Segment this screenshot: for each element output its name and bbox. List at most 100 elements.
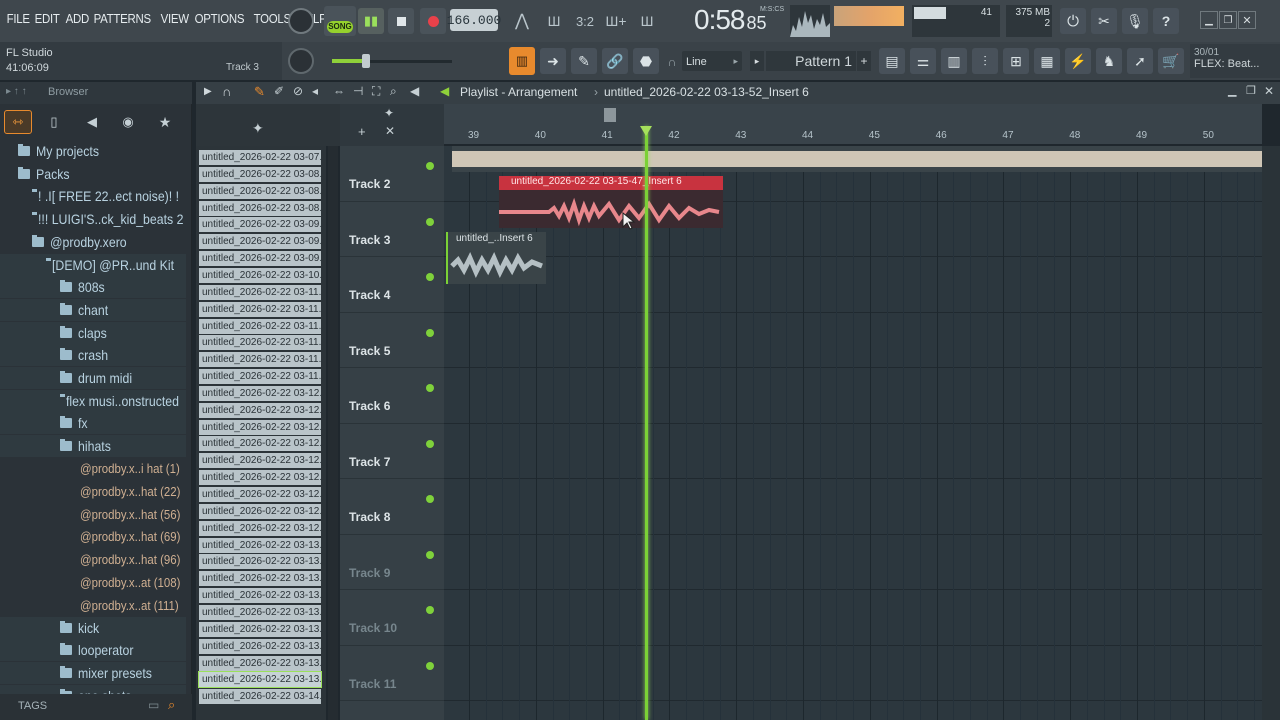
pattern-list-item[interactable]: untitled_2026-02-22 03-08...: [199, 166, 321, 182]
menu-item-view[interactable]: VIEW: [158, 11, 191, 26]
slice-tool-icon[interactable]: ⊣: [353, 84, 363, 98]
track-header[interactable]: Track 3: [340, 202, 444, 257]
link-icon[interactable]: 🔗: [602, 48, 628, 74]
arrangement-grid[interactable]: untitled_2026-02-22 03-15-47_Insert 6 un…: [444, 146, 1262, 720]
store-icon[interactable]: 🛒: [1158, 48, 1184, 74]
track-enable-led[interactable]: [426, 217, 434, 226]
time-display[interactable]: 0:58 85 M:S:CS: [694, 4, 784, 38]
master-volume-knob[interactable]: [288, 8, 314, 34]
pattern-list-item[interactable]: untitled_2026-02-22 03-12...: [199, 419, 321, 435]
track-enable-led[interactable]: [426, 606, 434, 614]
remove-track-icon[interactable]: ✕: [385, 124, 395, 138]
arrow-right-icon[interactable]: ➜: [540, 48, 566, 74]
pattern-list-item[interactable]: untitled_2026-02-22 03-12...: [199, 470, 321, 486]
delete-tool-icon[interactable]: ⊘: [293, 84, 303, 98]
timeline-overview[interactable]: [444, 104, 1262, 126]
browser-plugins-tab-icon[interactable]: ◀: [82, 110, 102, 134]
add-track-icon[interactable]: +: [358, 124, 366, 139]
pattern-list-item[interactable]: untitled_2026-02-22 03-13...: [199, 655, 321, 671]
menu-item-patterns[interactable]: PATTERNS: [91, 11, 153, 26]
metronome-icon[interactable]: ⋀: [508, 8, 536, 34]
track-enable-led[interactable]: [426, 384, 434, 392]
wait-record-icon[interactable]: Ш: [540, 8, 568, 34]
pattern-prev-button[interactable]: ▸: [750, 51, 764, 71]
cut-tool-icon[interactable]: ✂: [1091, 8, 1117, 34]
pattern-list-item[interactable]: untitled_2026-02-22 03-12...: [199, 487, 321, 502]
project-browser-icon[interactable]: ▦: [1034, 48, 1060, 74]
pattern-list-item[interactable]: untitled_2026-02-22 03-12...: [199, 503, 321, 519]
pattern-list-item[interactable]: untitled_2026-02-22 03-13...: [199, 621, 321, 637]
play-button[interactable]: ▮▮: [358, 8, 384, 34]
pattern-list-item[interactable]: untitled_2026-02-22 03-10...: [199, 267, 321, 283]
track-header[interactable]: Track 2: [340, 146, 444, 202]
browser-file-item[interactable]: @prodby.x..i hat (1): [0, 458, 186, 480]
close-button[interactable]: ✕: [1238, 11, 1256, 29]
browser-folder-item[interactable]: chant: [0, 298, 186, 321]
browser-file-item[interactable]: @prodby.x..hat (96): [0, 549, 186, 571]
pattern-list-item[interactable]: untitled_2026-02-22 03-09...: [199, 234, 321, 250]
pattern-list-scrollbar[interactable]: [328, 146, 338, 720]
slip-tool-icon[interactable]: ⇔: [333, 84, 345, 98]
send-icon[interactable]: ➚: [1127, 48, 1153, 74]
pattern-list-item[interactable]: untitled_2026-02-22 03-08...: [199, 200, 321, 216]
song-mode-toggle[interactable]: SONG: [324, 6, 356, 36]
pattern-list-item[interactable]: untitled_2026-02-22 03-12...: [199, 520, 321, 536]
pencil-tool-icon[interactable]: ✎: [254, 84, 265, 100]
master-pitch-slider[interactable]: [332, 54, 452, 68]
pattern-list-item[interactable]: untitled_2026-02-22 03-13...: [199, 554, 321, 570]
audio-clip-red[interactable]: untitled_2026-02-22 03-15-47_Insert 6: [499, 176, 723, 228]
pattern-list-item[interactable]: untitled_2026-02-22 03-12...: [199, 436, 321, 452]
browser-folder-item[interactable]: !!! LUIGI'S..ck_kid_beats 2: [0, 208, 186, 230]
pattern-list-item[interactable]: untitled_2026-02-22 03-12...: [199, 385, 321, 401]
track-enable-led[interactable]: [426, 661, 434, 670]
pencil-icon[interactable]: ✎: [571, 48, 597, 74]
piano-roll-icon[interactable]: ▥: [941, 48, 967, 74]
menu-item-file[interactable]: FILE: [4, 11, 32, 26]
track-header[interactable]: Track 7: [340, 424, 444, 479]
track-header[interactable]: Track 5: [340, 313, 444, 368]
audio-clip-top[interactable]: [452, 146, 1262, 172]
pattern-list-picker-icon[interactable]: ✦: [252, 120, 264, 137]
stamp-icon[interactable]: ⬣: [633, 48, 659, 74]
browser-folder-item[interactable]: 808s: [0, 276, 186, 299]
pattern-selector[interactable]: Pattern 1: [766, 51, 856, 71]
track-header[interactable]: Track 4: [340, 257, 444, 313]
grid-scrollbar[interactable]: [1262, 146, 1280, 720]
power-icon[interactable]: ⏻: [1060, 8, 1086, 34]
paint-tool-icon[interactable]: ✐: [274, 84, 284, 98]
window-close-icon[interactable]: ✕: [1264, 84, 1274, 98]
pattern-list-item[interactable]: untitled_2026-02-22 03-14...: [199, 689, 321, 705]
audio-clip-gray[interactable]: untitled_..Insert 6: [446, 232, 546, 284]
pattern-list-item[interactable]: untitled_2026-02-22 03-13...: [199, 638, 321, 654]
track-enable-led[interactable]: [426, 495, 434, 503]
track-enable-led[interactable]: [426, 439, 434, 448]
loop-record-icon[interactable]: Ш: [633, 8, 661, 34]
pattern-list-item[interactable]: untitled_2026-02-22 03-09...: [199, 251, 321, 267]
track-header[interactable]: Track 11: [340, 646, 444, 701]
pattern-list-item[interactable]: untitled_2026-02-22 03-13...: [199, 604, 321, 620]
arrow-icon[interactable]: ▶: [204, 86, 212, 97]
browser-online-tab-icon[interactable]: ◉: [118, 110, 138, 134]
step-edit-icon[interactable]: Ш+: [602, 8, 630, 34]
countdown-icon[interactable]: 3:2: [571, 8, 599, 34]
pattern-list-item[interactable]: untitled_2026-02-22 03-11...: [199, 352, 321, 368]
search-icon[interactable]: ⌕: [168, 697, 175, 713]
folder-icon[interactable]: ▭: [148, 698, 159, 712]
browser-file-item[interactable]: @prodby.x..at (111): [0, 594, 186, 616]
window-restore-icon[interactable]: ❐: [1246, 84, 1256, 97]
pitch-knob[interactable]: [288, 48, 314, 74]
track-header[interactable]: Track 6: [340, 368, 444, 424]
mixer-icon[interactable]: ⫶: [972, 48, 998, 74]
browser-folder-item[interactable]: crash: [0, 344, 186, 367]
browser-folder-item[interactable]: @prodby.xero: [0, 231, 186, 253]
browser-folder-item[interactable]: [DEMO] @PR..und Kit: [0, 253, 186, 276]
browser-file-item[interactable]: @prodby.x..hat (22): [0, 481, 186, 503]
add-pattern-button[interactable]: +: [857, 51, 871, 71]
channel-rack-icon[interactable]: ⊞: [1003, 48, 1029, 74]
timeline-ruler[interactable]: 39 40 41 42 43 44 45 46 47 48 49 50: [444, 126, 1262, 144]
browser-file-item[interactable]: @prodby.x..hat (69): [0, 526, 186, 548]
menu-item-tools[interactable]: TOOLS: [251, 11, 294, 26]
pattern-list-item[interactable]: untitled_2026-02-22 03-11...: [199, 318, 321, 334]
browser-folder-item[interactable]: claps: [0, 321, 186, 344]
playback-tool-icon[interactable]: ◀: [410, 84, 419, 98]
